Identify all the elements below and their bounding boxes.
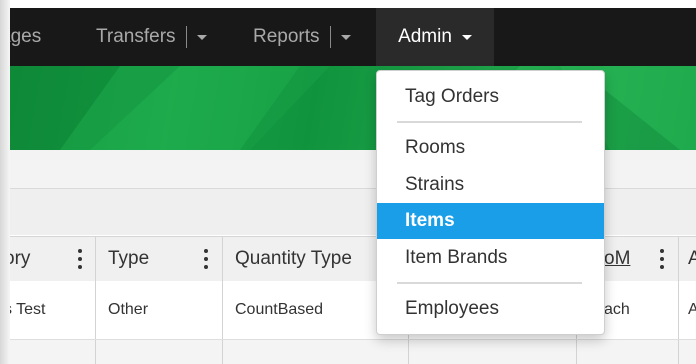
column-header-label: Quantity Type	[235, 248, 352, 269]
menu-item-items[interactable]: Items	[377, 203, 604, 239]
column-header-label: Type	[108, 248, 150, 269]
column-divider[interactable]	[95, 237, 96, 281]
cell-uom: ach	[604, 281, 630, 339]
menu-item-label: Tag Orders	[405, 86, 499, 107]
menu-item-rooms[interactable]: Rooms	[377, 130, 604, 166]
column-header-uom[interactable]: oM	[604, 237, 630, 281]
cell-text: A	[688, 301, 696, 318]
cell-quantity-type: CountBased	[235, 281, 323, 339]
cell-text: CountBased	[235, 301, 324, 318]
column-header-extra[interactable]: A	[688, 237, 696, 281]
column-menu-icon[interactable]	[204, 249, 208, 269]
column-header-type[interactable]: Type	[108, 237, 149, 281]
admin-dropdown-menu: Tag Orders Rooms Strains Items Item Bran…	[376, 70, 605, 335]
menu-item-label: Item Brands	[405, 247, 508, 268]
menu-item-label: Items	[405, 210, 455, 231]
nav-item-label: Admin	[398, 26, 452, 47]
menu-item-label: Rooms	[405, 137, 466, 158]
menu-divider	[397, 121, 582, 123]
nav-separator	[185, 26, 187, 48]
cell-text: Other	[108, 301, 149, 318]
menu-divider	[397, 282, 582, 284]
caret-down-icon	[461, 34, 472, 40]
nav-item-label: Reports	[253, 26, 320, 47]
column-divider	[222, 281, 223, 339]
cell-text: s Test	[4, 301, 46, 318]
column-divider	[678, 340, 679, 364]
menu-item-label: Strains	[405, 174, 465, 195]
nav-item-label: Transfers	[96, 26, 176, 47]
caret-down-icon[interactable]	[340, 34, 351, 40]
column-divider	[222, 340, 223, 364]
table-row[interactable]	[0, 340, 696, 364]
nav-separator	[329, 26, 331, 48]
column-header-quantity-type[interactable]: Quantity Type	[235, 237, 352, 281]
column-menu-icon[interactable]	[78, 249, 82, 269]
column-header-label: A	[688, 248, 696, 269]
column-divider	[95, 340, 96, 364]
column-divider	[576, 340, 577, 364]
nav-item-admin[interactable]: Admin	[376, 8, 494, 66]
menu-item-label: Employees	[405, 298, 499, 319]
nav-item-reports[interactable]: Reports	[253, 8, 351, 66]
column-divider[interactable]	[678, 237, 679, 281]
top-navbar: ages Transfers Reports Admin	[0, 8, 696, 66]
menu-item-employees[interactable]: Employees	[377, 291, 604, 327]
column-divider	[678, 281, 679, 339]
column-divider	[95, 281, 96, 339]
menu-item-tag-orders[interactable]: Tag Orders	[377, 79, 604, 115]
column-divider	[408, 340, 409, 364]
nav-item-transfers[interactable]: Transfers	[96, 8, 207, 66]
cell-type: Other	[108, 281, 148, 339]
column-menu-icon[interactable]	[660, 249, 664, 269]
column-header-label: oM	[604, 248, 631, 269]
cell-extra: A	[688, 281, 696, 339]
menu-item-strains[interactable]: Strains	[377, 167, 604, 203]
menu-item-item-brands[interactable]: Item Brands	[377, 240, 604, 276]
cell-text: ach	[604, 301, 630, 318]
caret-down-icon[interactable]	[196, 34, 207, 40]
page-edge-shadow	[0, 0, 10, 364]
column-divider[interactable]	[222, 237, 223, 281]
cell-category: s Test	[4, 281, 46, 339]
